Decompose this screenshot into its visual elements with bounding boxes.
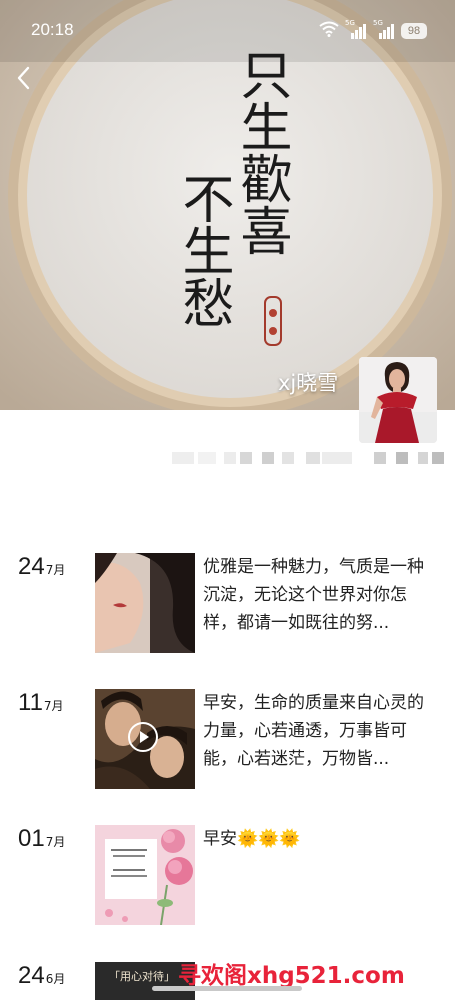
status-icons: 5G 5G 98 (319, 19, 427, 41)
post-month: 6月 (45, 972, 66, 986)
post-day: 24 (18, 962, 45, 989)
status-bar: 20:18 5G 5G 98 (0, 0, 455, 58)
signal-icon: 5G (373, 19, 395, 40)
chevron-left-icon (17, 66, 30, 90)
play-button[interactable] (128, 722, 158, 752)
post-day: 11 (18, 689, 43, 716)
list-item[interactable]: 247月 优雅是一种魅力，气质是一种沉淀，无论这个世界对你怎样，都请一如既往的努… (0, 553, 455, 663)
post-text: 早安🌞🌞🌞 (203, 829, 301, 849)
back-button[interactable] (12, 62, 38, 94)
calligraphy-right: 只生歡喜 (231, 48, 291, 256)
post-month: 7月 (45, 563, 66, 577)
post-text: 优雅是一种魅力，气质是一种沉淀，无论这个世界对你怎样，都请一如既往的努... (203, 557, 424, 633)
post-date: 247月 (18, 553, 65, 581)
battery-icon: 98 (401, 23, 427, 39)
profile-username[interactable]: xj晓雪 (278, 367, 338, 397)
watermark-text: 寻欢阁xhg521.com (178, 963, 405, 989)
thumbnail-caption: 「用心对待」 (109, 970, 175, 983)
calligraphy-left: 不生愁 (173, 172, 233, 328)
post-thumbnail[interactable] (95, 553, 195, 653)
signal-label: 5G (373, 19, 383, 27)
signal-label: 5G (345, 19, 355, 27)
post-date: 017月 (18, 825, 65, 853)
post-month: 7月 (43, 699, 64, 713)
home-indicator[interactable] (152, 986, 302, 991)
post-thumbnail[interactable] (95, 825, 195, 925)
post-day: 01 (18, 825, 45, 852)
list-item[interactable]: 117月 早安，生命的质量来自心灵的力量，心若通透，万事皆可能，心若迷茫，万物皆… (0, 689, 455, 799)
status-time: 20:18 (31, 20, 74, 39)
post-month: 7月 (45, 835, 66, 849)
post-video-thumbnail[interactable] (95, 689, 195, 789)
signal-icon: 5G (345, 19, 367, 40)
post-day: 24 (18, 553, 45, 580)
avatar[interactable] (359, 357, 437, 443)
signature-blurred (172, 452, 444, 466)
cover-image[interactable]: 只生歡喜 不生愁 (0, 0, 455, 410)
play-icon (140, 731, 149, 743)
wifi-icon (319, 21, 339, 41)
post-text: 早安，生命的质量来自心灵的力量，心若通透，万事皆可能，心若迷茫，万物皆... (203, 693, 424, 769)
post-date: 117月 (18, 689, 64, 717)
post-date: 246月 (18, 962, 65, 990)
list-item[interactable]: 017月 早安🌞🌞🌞 (0, 825, 455, 935)
